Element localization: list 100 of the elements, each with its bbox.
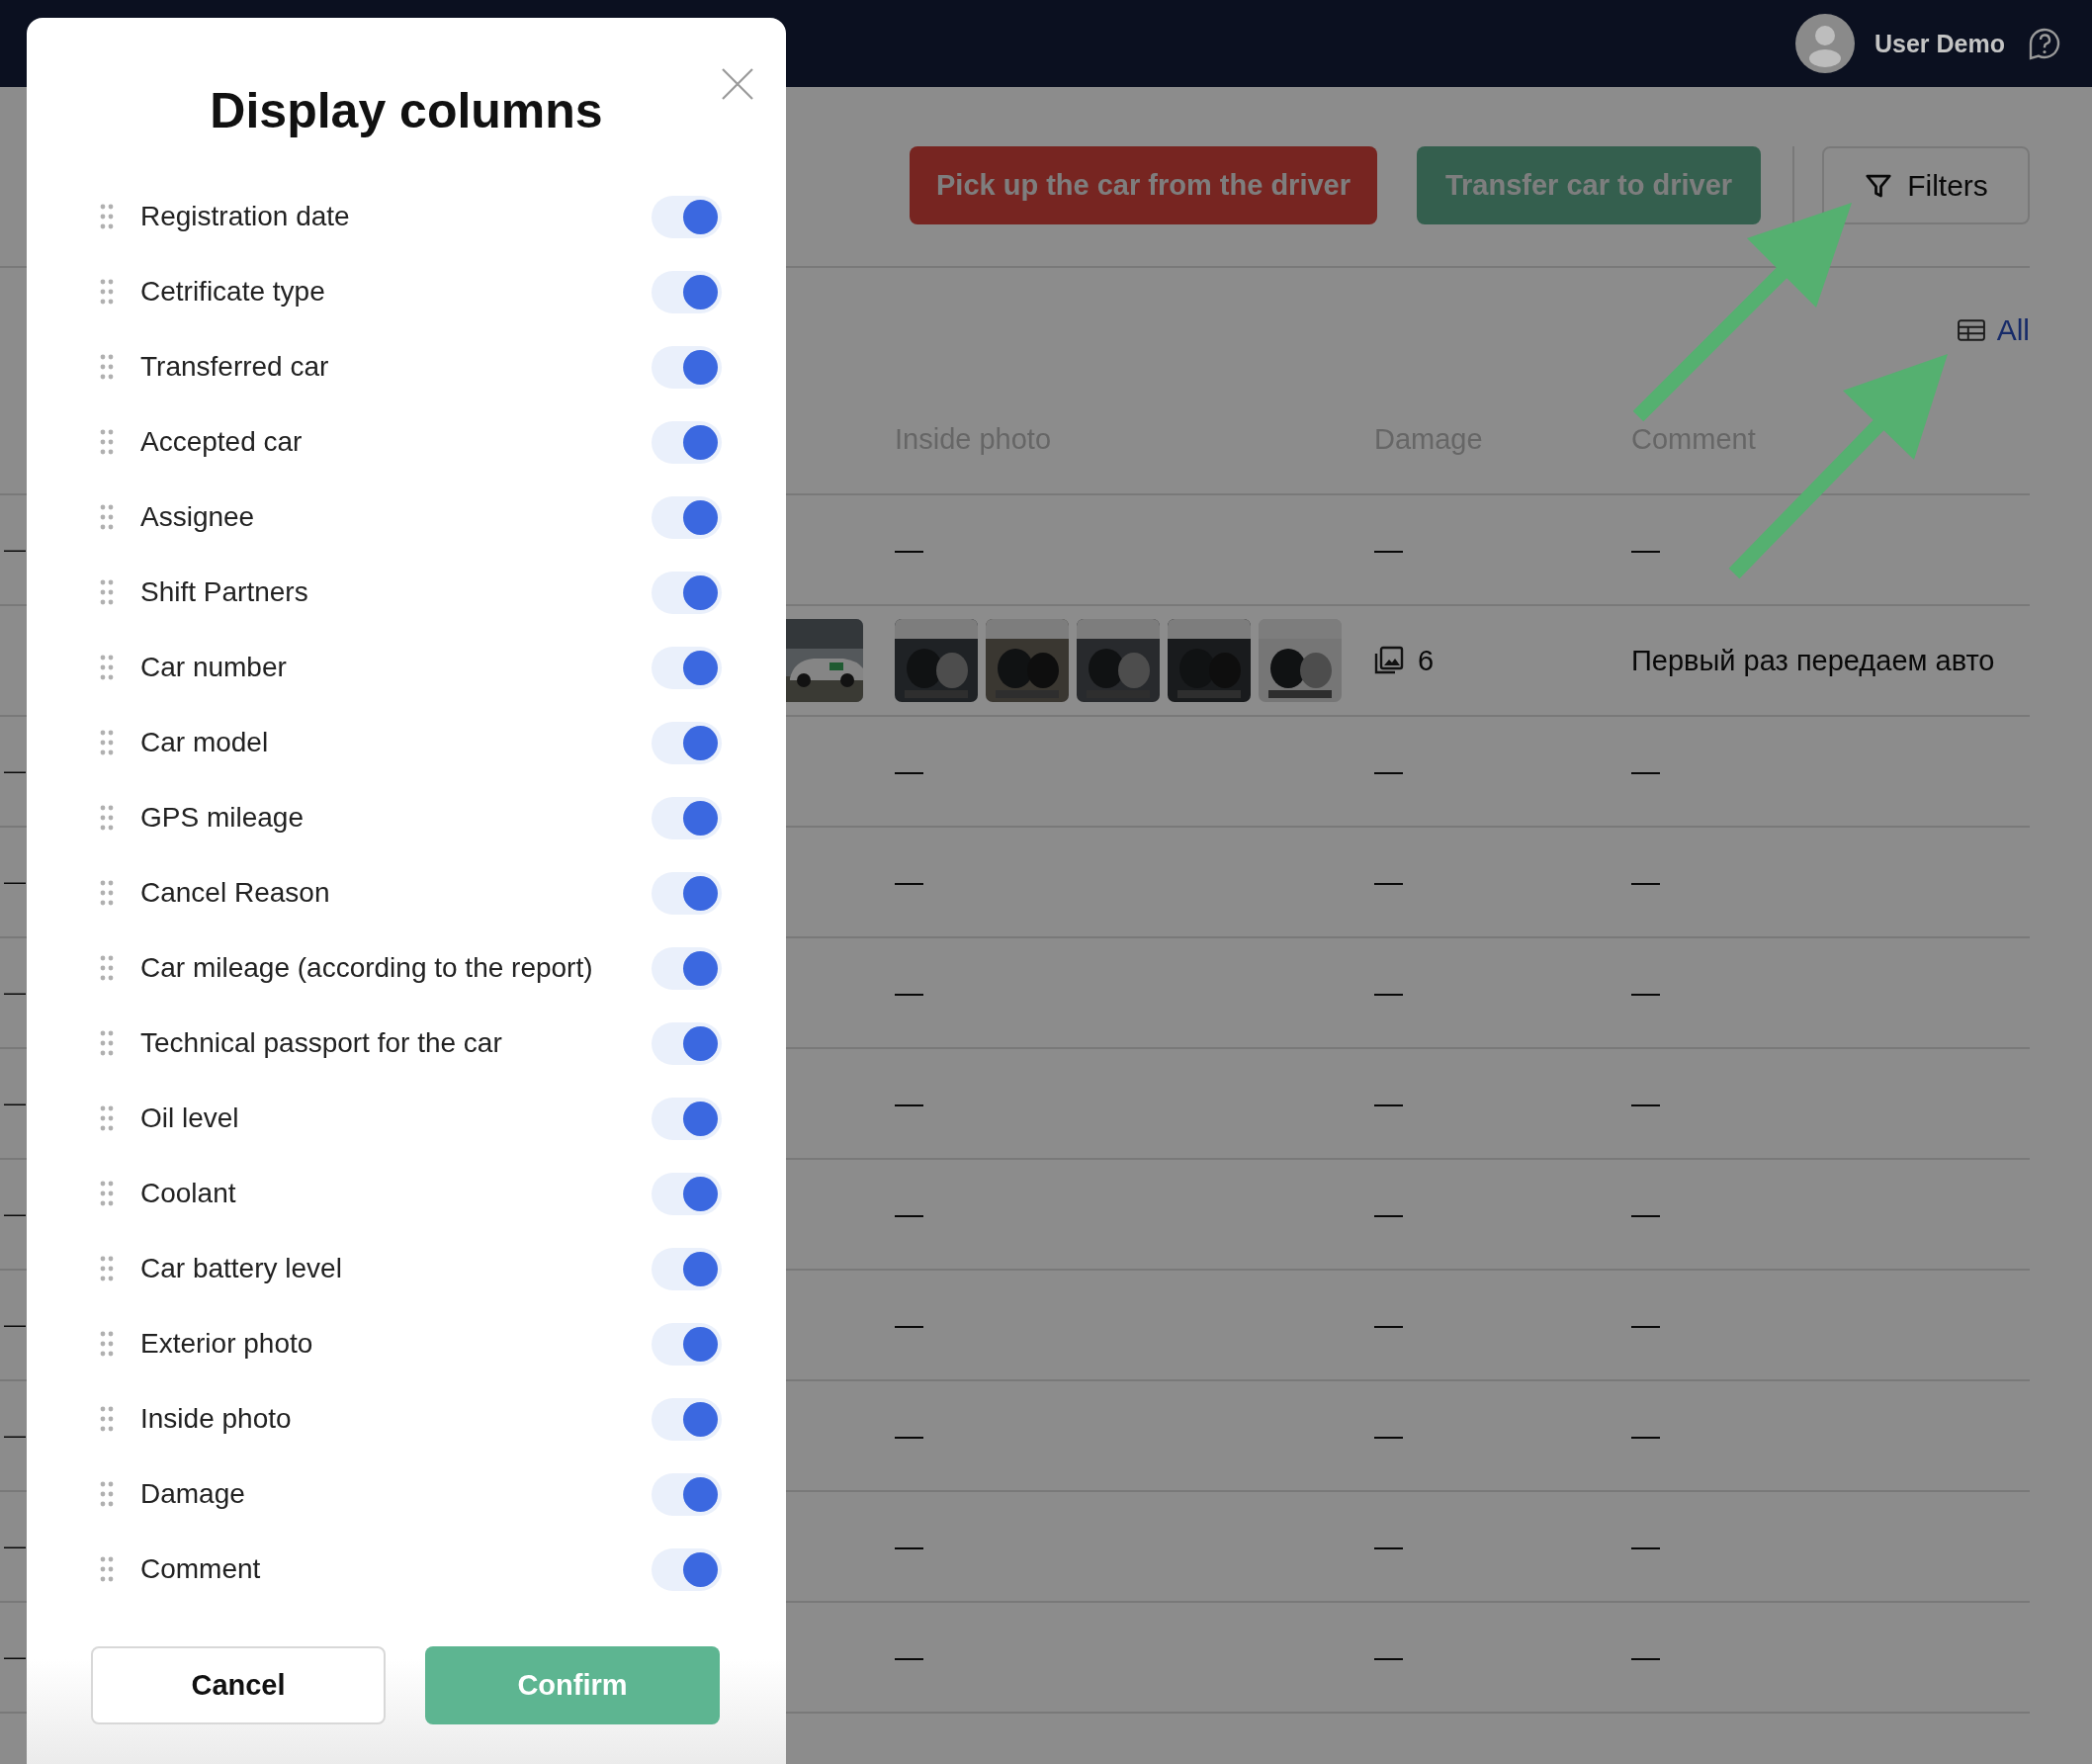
column-label: Technical passport for the car — [140, 1027, 503, 1059]
confirm-button[interactable]: Confirm — [425, 1646, 720, 1724]
column-label: Coolant — [140, 1178, 237, 1209]
table-cell: — — [1631, 754, 1660, 788]
drag-handle-icon[interactable] — [100, 579, 114, 605]
column-label: Inside photo — [140, 1403, 293, 1435]
drag-handle-icon[interactable] — [100, 204, 114, 229]
table-cell: Первый раз передаем авто — [1631, 644, 1995, 677]
table-cell: — — [895, 1308, 923, 1342]
drag-handle-icon[interactable] — [100, 880, 114, 906]
toggle-switch[interactable] — [652, 195, 722, 238]
table-cell: — — [1631, 1087, 1660, 1120]
columns-link[interactable]: All — [1957, 313, 2030, 347]
action-button[interactable]: Pick up the car from the driver — [910, 146, 1377, 224]
column-label: Oil level — [140, 1102, 240, 1134]
filters-button[interactable]: Filters — [1822, 146, 2030, 224]
table-cell: — — [1374, 1197, 1403, 1231]
drag-handle-icon[interactable] — [100, 1481, 114, 1507]
table-cell: — — [4, 1091, 26, 1116]
toggle-switch[interactable] — [652, 571, 722, 614]
drag-handle-icon[interactable] — [100, 1181, 114, 1206]
table-cell: — — [1374, 1308, 1403, 1342]
toggle-switch[interactable] — [652, 345, 722, 389]
column-label: Assignee — [140, 501, 256, 533]
toggle-switch[interactable] — [652, 1021, 722, 1065]
drag-handle-icon[interactable] — [100, 1030, 114, 1056]
table-cell: — — [4, 1201, 26, 1227]
toggle-switch[interactable] — [652, 1322, 722, 1366]
column-label: Accepted car — [140, 426, 304, 458]
help-icon[interactable] — [2027, 26, 2062, 61]
drag-handle-icon[interactable] — [100, 955, 114, 981]
drag-handle-icon[interactable] — [100, 279, 114, 305]
table-cell: — — [4, 1644, 26, 1670]
table-cell: — — [1631, 1419, 1660, 1453]
column-label: Cancel Reason — [140, 877, 331, 909]
user-name[interactable]: User Demo — [1874, 29, 2005, 58]
toggle-switch[interactable] — [652, 946, 722, 990]
modal-title: Display columns — [210, 82, 603, 140]
table-cell: — — [895, 754, 923, 788]
drag-handle-icon[interactable] — [100, 504, 114, 530]
drag-handle-icon[interactable] — [100, 805, 114, 831]
drag-handle-icon[interactable] — [100, 1331, 114, 1357]
table-cell: — — [895, 1087, 923, 1120]
table-icon — [1957, 319, 1985, 341]
column-label: Car mileage (according to the report) — [140, 952, 594, 984]
cancel-button[interactable]: Cancel — [91, 1646, 386, 1724]
table-cell: — — [1374, 1087, 1403, 1120]
toggle-switch[interactable] — [652, 871, 722, 915]
drag-handle-icon[interactable] — [100, 655, 114, 680]
table-cell: — — [895, 533, 923, 567]
table-cell: — — [1374, 754, 1403, 788]
toggle-switch[interactable] — [652, 1097, 722, 1140]
drag-handle-icon[interactable] — [100, 354, 114, 380]
table-cell: — — [895, 1640, 923, 1674]
table-cell: — — [1374, 1419, 1403, 1453]
toggle-switch[interactable] — [652, 270, 722, 313]
column-label: Shift Partners — [140, 576, 309, 608]
toggle-switch[interactable] — [652, 646, 722, 689]
close-icon[interactable] — [721, 67, 754, 101]
table-cell: — — [1374, 976, 1403, 1010]
table-cell: — — [4, 980, 26, 1006]
table-cell: — — [4, 1423, 26, 1449]
table-cell: — — [4, 1534, 26, 1559]
column-label: Car number — [140, 652, 288, 683]
toggle-switch[interactable] — [652, 1172, 722, 1215]
table-cell: — — [4, 758, 26, 784]
avatar-icon[interactable] — [1795, 14, 1855, 73]
table-cell: — — [4, 869, 26, 895]
toggle-switch[interactable] — [652, 420, 722, 464]
column-label: Car battery level — [140, 1253, 343, 1284]
table-cell: — — [895, 1530, 923, 1563]
table-cell: — — [1631, 1640, 1660, 1674]
drag-handle-icon[interactable] — [100, 1406, 114, 1432]
toggle-switch[interactable] — [652, 1547, 722, 1591]
column-label: GPS mileage — [140, 802, 305, 834]
table-cell: — — [1631, 1530, 1660, 1563]
table-cell: — — [1631, 533, 1660, 567]
table-cell: — — [895, 865, 923, 899]
drag-handle-icon[interactable] — [100, 730, 114, 755]
table-cell: 6 — [1418, 644, 1435, 677]
toggle-switch[interactable] — [652, 1247, 722, 1290]
column-label: Transferred car — [140, 351, 330, 383]
toggle-switch[interactable] — [652, 796, 722, 839]
table-cell: — — [1631, 865, 1660, 899]
gallery-icon — [1374, 646, 1404, 675]
drag-handle-icon[interactable] — [100, 1256, 114, 1281]
table-cell: — — [1374, 1640, 1403, 1674]
table-cell: — — [4, 1312, 26, 1338]
column-label: Exterior photo — [140, 1328, 314, 1360]
toggle-switch[interactable] — [652, 1397, 722, 1441]
toggle-switch[interactable] — [652, 721, 722, 764]
drag-handle-icon[interactable] — [100, 1105, 114, 1131]
table-cell: — — [895, 976, 923, 1010]
drag-handle-icon[interactable] — [100, 1556, 114, 1582]
drag-handle-icon[interactable] — [100, 429, 114, 455]
toggle-switch[interactable] — [652, 495, 722, 539]
table-cell: — — [1631, 1308, 1660, 1342]
column-label: Registration date — [140, 201, 351, 232]
table-cell: — — [895, 1197, 923, 1231]
toggle-switch[interactable] — [652, 1472, 722, 1516]
